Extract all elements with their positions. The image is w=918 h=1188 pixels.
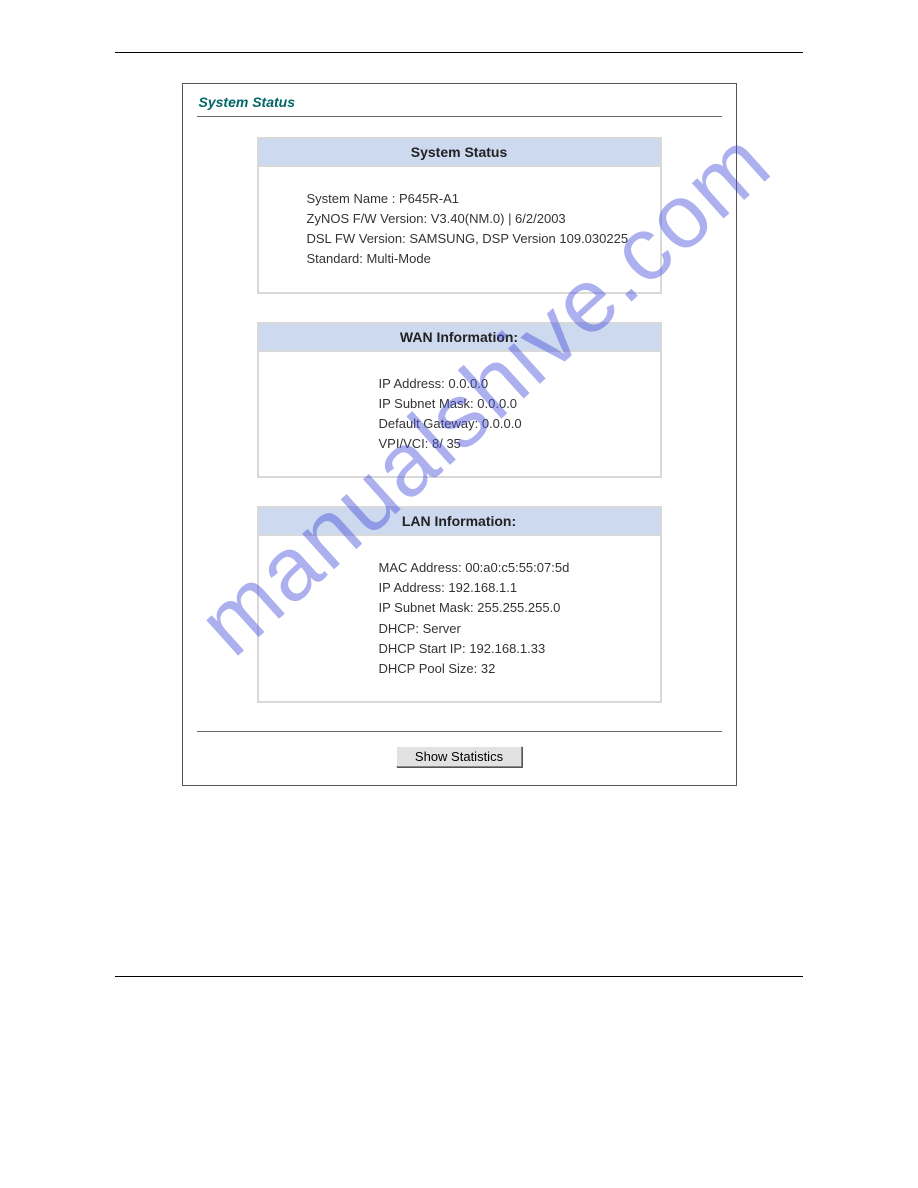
show-statistics-button[interactable]: Show Statistics: [396, 746, 522, 767]
lan-ip-row: IP Address: 192.168.1.1: [379, 578, 650, 598]
standard-row: Standard: Multi-Mode: [307, 249, 650, 269]
page-title: System Status: [197, 94, 722, 116]
system-status-panel: System Status System Name : P645R-A1 ZyN…: [257, 137, 662, 294]
button-row: Show Statistics: [197, 746, 722, 767]
wan-mask-row: IP Subnet Mask: 0.0.0.0: [379, 394, 650, 414]
lan-mask-value: 255.255.255.0: [477, 600, 560, 615]
wan-ip-value: 0.0.0.0: [448, 376, 488, 391]
system-status-header: System Status: [259, 139, 660, 167]
lan-dhcp-pool-value: 32: [481, 661, 495, 676]
wan-ip-label: IP Address:: [379, 376, 445, 391]
wan-panel-wrap: WAN Information: IP Address: 0.0.0.0 IP …: [257, 322, 662, 479]
lan-dhcp-label: DHCP:: [379, 621, 419, 636]
lan-dhcp-row: DHCP: Server: [379, 619, 650, 639]
dsl-fw-label: DSL FW Version:: [307, 231, 406, 246]
wan-mask-value: 0.0.0.0: [477, 396, 517, 411]
lan-panel-wrap: LAN Information: MAC Address: 00:a0:c5:5…: [257, 506, 662, 703]
wan-ip-row: IP Address: 0.0.0.0: [379, 374, 650, 394]
wan-vpivci-value: 8/ 35: [432, 436, 461, 451]
system-name-value: P645R-A1: [399, 191, 459, 206]
wan-panel: WAN Information: IP Address: 0.0.0.0 IP …: [257, 322, 662, 479]
lan-mac-label: MAC Address:: [379, 560, 462, 575]
lan-mac-row: MAC Address: 00:a0:c5:55:07:5d: [379, 558, 650, 578]
standard-label: Standard:: [307, 251, 363, 266]
lan-body: MAC Address: 00:a0:c5:55:07:5d IP Addres…: [259, 536, 660, 701]
lan-mask-label: IP Subnet Mask:: [379, 600, 474, 615]
lan-dhcp-start-label: DHCP Start IP:: [379, 641, 466, 656]
lan-mac-value: 00:a0:c5:55:07:5d: [465, 560, 569, 575]
wan-vpivci-row: VPI/VCI: 8/ 35: [379, 434, 650, 454]
bottom-divider: [197, 731, 722, 732]
lan-mask-row: IP Subnet Mask: 255.255.255.0: [379, 598, 650, 618]
lan-dhcp-start-row: DHCP Start IP: 192.168.1.33: [379, 639, 650, 659]
system-name-row: System Name : P645R-A1: [307, 189, 650, 209]
dsl-fw-row: DSL FW Version: SAMSUNG, DSP Version 109…: [307, 229, 650, 249]
wan-vpivci-label: VPI/VCI:: [379, 436, 429, 451]
lan-header: LAN Information:: [259, 508, 660, 536]
lan-dhcp-pool-label: DHCP Pool Size:: [379, 661, 478, 676]
dsl-fw-value: SAMSUNG, DSP Version 109.030225: [409, 231, 628, 246]
status-frame: System Status System Status System Name …: [182, 83, 737, 786]
lan-ip-value: 192.168.1.1: [448, 580, 517, 595]
zynos-fw-label: ZyNOS F/W Version:: [307, 211, 428, 226]
zynos-fw-row: ZyNOS F/W Version: V3.40(NM.0) | 6/2/200…: [307, 209, 650, 229]
lan-ip-label: IP Address:: [379, 580, 445, 595]
wan-gw-label: Default Gateway:: [379, 416, 479, 431]
wan-gw-row: Default Gateway: 0.0.0.0: [379, 414, 650, 434]
lan-dhcp-pool-row: DHCP Pool Size: 32: [379, 659, 650, 679]
title-divider: [197, 116, 722, 117]
wan-header: WAN Information:: [259, 324, 660, 352]
lan-dhcp-value: Server: [423, 621, 461, 636]
standard-value: Multi-Mode: [367, 251, 431, 266]
system-name-label: System Name :: [307, 191, 396, 206]
lan-panel: LAN Information: MAC Address: 00:a0:c5:5…: [257, 506, 662, 703]
wan-mask-label: IP Subnet Mask:: [379, 396, 474, 411]
zynos-fw-value: V3.40(NM.0) | 6/2/2003: [431, 211, 566, 226]
wan-gw-value: 0.0.0.0: [482, 416, 522, 431]
system-status-panel-wrap: System Status System Name : P645R-A1 ZyN…: [257, 137, 662, 294]
page-bottom-rule: [115, 976, 803, 977]
wan-body: IP Address: 0.0.0.0 IP Subnet Mask: 0.0.…: [259, 352, 660, 477]
system-status-body: System Name : P645R-A1 ZyNOS F/W Version…: [259, 167, 660, 292]
page-top-rule: [115, 52, 803, 53]
lan-dhcp-start-value: 192.168.1.33: [469, 641, 545, 656]
